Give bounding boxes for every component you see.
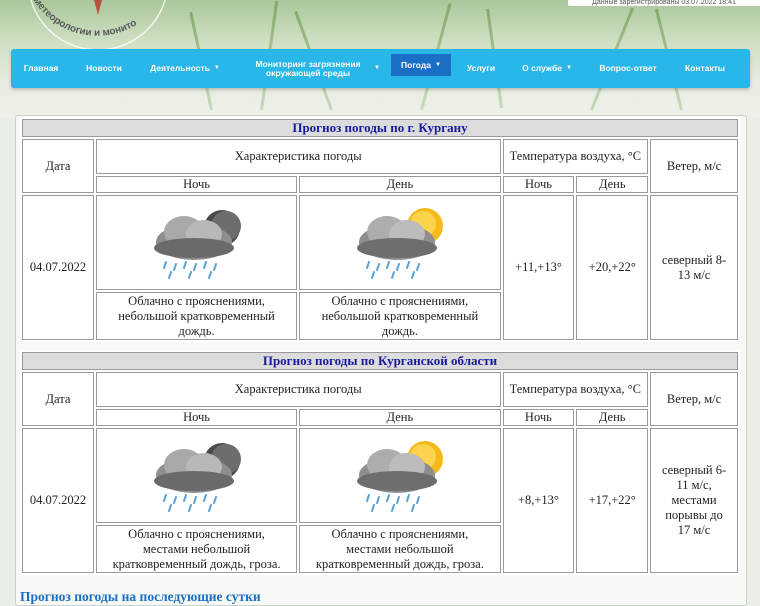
region-forecast-table: Прогноз погоды по Курганской области Дат… — [20, 350, 740, 575]
header-temp-day: День — [576, 176, 649, 193]
cloud-moon-rain-icon — [153, 442, 241, 512]
forecast-date: 04.07.2022 — [22, 195, 94, 340]
nav-item-contacts[interactable]: Контакты — [673, 49, 737, 88]
chevron-down-icon: ▼ — [434, 61, 441, 68]
cloud-sun-rain-icon — [356, 207, 443, 279]
svg-text:ометеорологии и монито: ометеорологии и монито — [28, 0, 139, 39]
header-temp-day: День — [576, 409, 649, 426]
nav-label: Контакты — [684, 63, 726, 73]
cloud-sun-rain-icon — [356, 440, 443, 512]
header-temp-night: Ночь — [502, 409, 575, 426]
header-day: День — [299, 176, 501, 193]
night-icon-cell — [95, 428, 298, 523]
table-title: Прогноз погоды по Курганской области — [22, 352, 738, 370]
nav-label: О службе — [522, 63, 562, 73]
nav-label: Мониторинг загрязнения окружающей среды — [255, 58, 361, 78]
cloud-moon-rain-icon — [153, 209, 241, 279]
nav-item-activity[interactable]: Деятельность ▼ — [137, 49, 233, 88]
night-description-text: Облачно с прояснениями, местами небольшо… — [112, 526, 281, 571]
night-temperature: +8,+13° — [502, 428, 575, 573]
next-days-forecast-link[interactable]: Прогноз погоды на последующие сутки — [20, 589, 261, 605]
nav-label: Услуги — [466, 63, 496, 73]
nav-label: Деятельность — [150, 63, 210, 73]
day-description: Облачно с прояснениями, местами небольшо… — [299, 525, 501, 573]
nav-item-services[interactable]: Услуги — [455, 49, 507, 88]
wind-value: северный 6-11 м/с, местами порывы до 17 … — [650, 428, 738, 573]
wind-text: северный 6-11 м/с, местами порывы до 17 … — [661, 463, 727, 537]
wind-text: северный 8-13 м/с — [661, 252, 727, 282]
chevron-down-icon: ▼ — [213, 65, 220, 71]
header-temperature: Температура воздуха, °С — [502, 372, 649, 407]
header-temp-night: Ночь — [502, 176, 575, 193]
forecast-date: 04.07.2022 — [22, 428, 94, 573]
nav-item-home[interactable]: Главная — [11, 49, 71, 88]
nav-label: Новости — [86, 63, 122, 73]
header-day: День — [299, 409, 501, 426]
nav-label: Вопрос-ответ — [599, 63, 657, 73]
nav-label: Погода — [401, 59, 431, 70]
header-wind: Ветер, м/с — [650, 139, 738, 193]
header-temperature: Температура воздуха, °С — [502, 139, 649, 174]
day-description: Облачно с прояснениями, небольшой кратко… — [299, 292, 501, 340]
night-description: Облачно с прояснениями, местами небольшо… — [95, 525, 298, 573]
night-description: Облачно с прояснениями, небольшой кратко… — [95, 292, 298, 340]
header-date: Дата — [22, 139, 94, 193]
chevron-down-icon: ▼ — [565, 65, 572, 71]
header-characteristic: Характеристика погоды — [95, 372, 501, 407]
header-wind: Ветер, м/с — [650, 372, 738, 426]
nav-item-monitoring[interactable]: Мониторинг загрязнения окружающей среды ▼ — [243, 49, 383, 88]
day-icon-cell — [299, 428, 501, 523]
day-temperature: +20,+22° — [576, 195, 649, 340]
nav-item-weather[interactable]: Погода ▼ — [391, 54, 451, 76]
chevron-down-icon: ▼ — [374, 65, 380, 71]
registration-timestamp: Данные зарегистрированы 03.07.2022 18:41 — [568, 0, 760, 6]
logo[interactable]: ометеорологии и монито — [10, 0, 180, 50]
day-description-text: Облачно с прояснениями, небольшой кратко… — [321, 293, 479, 338]
day-description-text: Облачно с прояснениями, местами небольшо… — [315, 526, 484, 571]
nav-item-about[interactable]: О службе ▼ — [511, 49, 583, 88]
night-description-text: Облачно с прояснениями, небольшой кратко… — [118, 293, 275, 338]
header-night: Ночь — [95, 409, 298, 426]
table-title: Прогноз погоды по г. Кургану — [22, 119, 738, 137]
nav-label: Главная — [23, 63, 59, 73]
day-icon-cell — [299, 195, 501, 290]
nav-item-news[interactable]: Новости — [73, 49, 135, 88]
night-icon-cell — [95, 195, 298, 290]
logo-arc-text: ометеорологии и монито — [28, 0, 139, 39]
wind-value: северный 8-13 м/с — [650, 195, 738, 340]
day-temperature: +17,+22° — [576, 428, 649, 573]
header-date: Дата — [22, 372, 94, 426]
header-characteristic: Характеристика погоды — [95, 139, 501, 174]
header-night: Ночь — [95, 176, 298, 193]
nav-item-faq[interactable]: Вопрос-ответ — [587, 49, 669, 88]
night-temperature: +11,+13° — [502, 195, 575, 340]
city-forecast-table: Прогноз погоды по г. Кургану Дата Характ… — [20, 117, 740, 342]
main-nav: Главная Новости Деятельность ▼ Мониторинг… — [11, 49, 750, 88]
